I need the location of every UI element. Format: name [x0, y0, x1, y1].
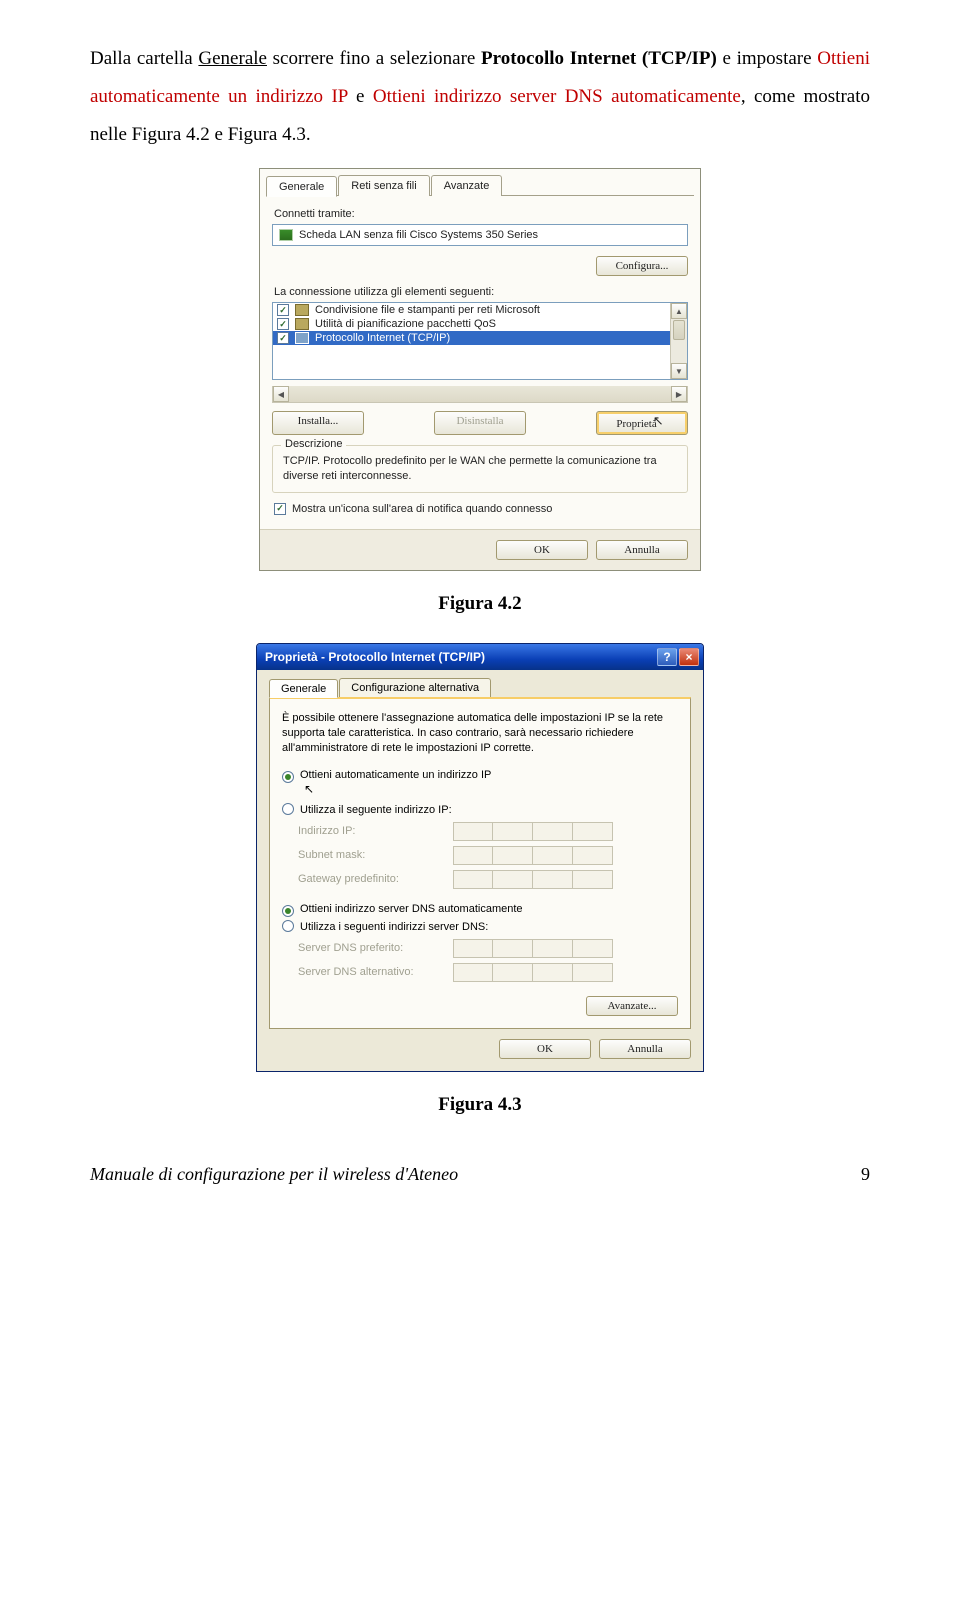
radio-label: Utilizza il seguente indirizzo IP:	[300, 804, 452, 816]
tab-reti[interactable]: Reti senza fili	[338, 175, 429, 196]
title-bar[interactable]: Proprietà - Protocollo Internet (TCP/IP)…	[257, 644, 703, 670]
radio-ip-auto[interactable]: Ottieni automaticamente un indirizzo IP	[282, 769, 678, 783]
field-gateway: Gateway predefinito:	[298, 870, 678, 889]
ip-input	[453, 870, 613, 889]
tcpip-properties-dialog: Proprietà - Protocollo Internet (TCP/IP)…	[256, 643, 704, 1072]
tab-alt-config[interactable]: Configurazione alternativa	[339, 678, 491, 697]
cursor-icon: ↖	[304, 782, 700, 796]
horizontal-scrollbar[interactable]: ◀ ▶	[272, 386, 688, 403]
list-item[interactable]: ✓ Utilità di pianificazione pacchetti Qo…	[273, 317, 687, 331]
field-label: Server DNS alternativo:	[298, 966, 453, 978]
instruction-paragraph: Dalla cartella Generale scorrere fino a …	[90, 40, 870, 154]
description-group: Descrizione TCP/IP. Protocollo predefini…	[272, 445, 688, 493]
uninstall-button: Disinstalla	[434, 411, 526, 435]
radio-label: Ottieni indirizzo server DNS automaticam…	[300, 903, 523, 915]
field-dns1: Server DNS preferito:	[298, 939, 678, 958]
radio-on-icon	[282, 771, 294, 783]
word-generale: Generale	[198, 48, 267, 69]
scroll-up-icon[interactable]: ▲	[671, 303, 687, 319]
tab-panel: È possibile ottenere l'assegnazione auto…	[269, 697, 691, 1029]
config-button[interactable]: Configura...	[596, 256, 688, 276]
component-icon	[295, 318, 309, 330]
option-2: Ottieni indirizzo server DNS automaticam…	[373, 86, 741, 107]
nic-combo[interactable]: Scheda LAN senza fili Cisco Systems 350 …	[272, 224, 688, 246]
cancel-button[interactable]: Annulla	[599, 1039, 691, 1059]
radio-off-icon	[282, 803, 294, 815]
scroll-thumb[interactable]	[673, 320, 685, 340]
field-mask: Subnet mask:	[298, 846, 678, 865]
radio-dns-manual[interactable]: Utilizza i seguenti indirizzi server DNS…	[282, 920, 678, 933]
radio-on-icon	[282, 905, 294, 917]
scroll-down-icon[interactable]: ▼	[671, 363, 687, 379]
field-dns2: Server DNS alternativo:	[298, 963, 678, 982]
scroll-left-icon[interactable]: ◀	[273, 386, 289, 402]
nic-name: Scheda LAN senza fili Cisco Systems 350 …	[299, 229, 538, 241]
component-icon	[295, 304, 309, 316]
usa-label: La connessione utilizza gli elementi seg…	[274, 286, 688, 298]
figure-caption-2: Figura 4.3	[90, 1094, 870, 1116]
tab-generale[interactable]: Generale	[269, 679, 338, 698]
ok-button[interactable]: OK	[499, 1039, 591, 1059]
field-label: Indirizzo IP:	[298, 825, 453, 837]
group-caption: Descrizione	[281, 438, 346, 450]
show-tray-row[interactable]: ✓ Mostra un'icona sull'area di notifica …	[274, 503, 686, 515]
ip-input	[453, 963, 613, 982]
cancel-button[interactable]: Annulla	[596, 540, 688, 560]
tab-avanzate[interactable]: Avanzate	[431, 175, 503, 196]
ip-input	[453, 822, 613, 841]
page-number: 9	[861, 1164, 870, 1185]
checkbox-icon[interactable]: ✓	[277, 318, 289, 330]
item-label: Protocollo Internet (TCP/IP)	[315, 332, 450, 344]
radio-ip-manual[interactable]: Utilizza il seguente indirizzo IP:	[282, 803, 678, 816]
text: scorrere fino a selezionare	[267, 48, 481, 69]
install-button[interactable]: Installa...	[272, 411, 364, 435]
checkbox-label: Mostra un'icona sull'area di notifica qu…	[292, 503, 552, 515]
field-label: Gateway predefinito:	[298, 873, 453, 885]
page-footer: Manuale di configurazione per il wireles…	[90, 1164, 870, 1185]
close-button[interactable]: ×	[679, 648, 699, 666]
footer-title: Manuale di configurazione per il wireles…	[90, 1164, 458, 1185]
title-text: Proprietà - Protocollo Internet (TCP/IP)	[265, 650, 485, 664]
tab-bar: Generale Configurazione alternativa	[269, 678, 691, 697]
item-label: Condivisione file e stampanti per reti M…	[315, 304, 540, 316]
ip-input	[453, 939, 613, 958]
radio-off-icon	[282, 920, 294, 932]
checkbox-icon[interactable]: ✓	[277, 304, 289, 316]
item-label: Utilità di pianificazione pacchetti QoS	[315, 318, 496, 330]
component-icon	[295, 332, 309, 344]
advanced-button[interactable]: Avanzate...	[586, 996, 678, 1016]
ok-button[interactable]: OK	[496, 540, 588, 560]
text: e impostare	[717, 48, 817, 69]
field-label: Server DNS preferito:	[298, 942, 453, 954]
radio-label: Ottieni automaticamente un indirizzo IP	[300, 769, 491, 781]
checkbox-icon[interactable]: ✓	[274, 503, 286, 515]
checkbox-icon[interactable]: ✓	[277, 332, 289, 344]
ip-input	[453, 846, 613, 865]
protocol-name: Protocollo Internet (TCP/IP)	[481, 48, 717, 69]
text: e	[348, 86, 373, 107]
vertical-scrollbar[interactable]: ▲ ▼	[670, 303, 687, 379]
scroll-track[interactable]	[671, 341, 687, 363]
help-button[interactable]: ?	[657, 648, 677, 666]
tab-bar: Generale Reti senza fili Avanzate	[260, 169, 700, 196]
field-ip: Indirizzo IP:	[298, 822, 678, 841]
list-item[interactable]: ✓ Condivisione file e stampanti per reti…	[273, 303, 687, 317]
list-item-selected[interactable]: ✓ Protocollo Internet (TCP/IP)	[273, 331, 687, 345]
tab-generale[interactable]: Generale	[266, 176, 337, 197]
connetti-label: Connetti tramite:	[274, 208, 688, 220]
components-list[interactable]: ✓ Condivisione file e stampanti per reti…	[272, 302, 688, 380]
text: Dalla cartella	[90, 48, 198, 69]
scroll-right-icon[interactable]: ▶	[671, 386, 687, 402]
nic-icon	[279, 229, 293, 241]
scroll-track[interactable]	[289, 386, 671, 402]
radio-label: Utilizza i seguenti indirizzi server DNS…	[300, 921, 488, 933]
intro-text: È possibile ottenere l'assegnazione auto…	[282, 711, 678, 757]
network-properties-dialog: Generale Reti senza fili Avanzate Connet…	[259, 168, 701, 571]
cursor-icon: ↖	[653, 413, 664, 428]
radio-dns-auto[interactable]: Ottieni indirizzo server DNS automaticam…	[282, 903, 678, 917]
description-text: TCP/IP. Protocollo predefinito per le WA…	[283, 454, 677, 484]
properties-button[interactable]: Proprietà↖	[596, 411, 688, 435]
figure-caption-1: Figura 4.2	[90, 593, 870, 615]
field-label: Subnet mask:	[298, 849, 453, 861]
